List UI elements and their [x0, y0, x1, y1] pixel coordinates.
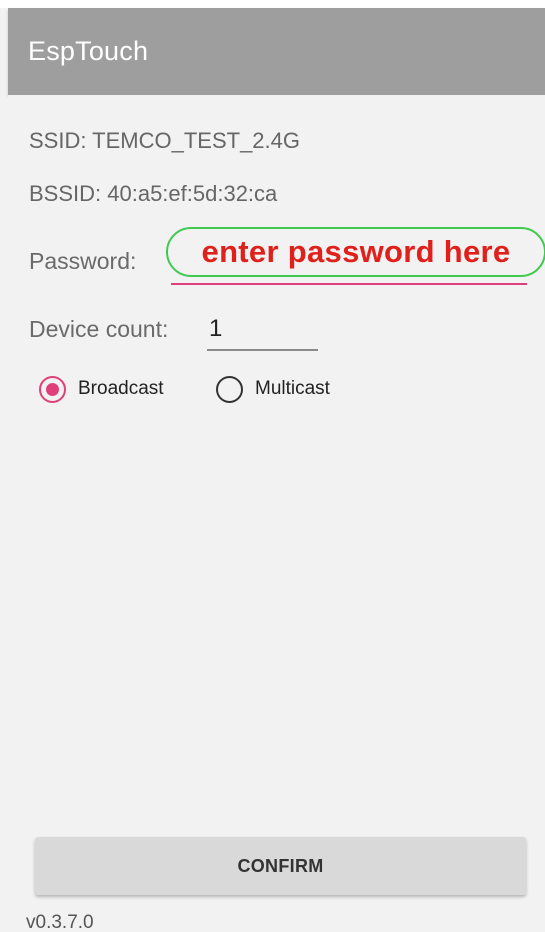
multicast-label: Multicast	[255, 378, 330, 399]
app-title: EspTouch	[28, 36, 149, 66]
password-label: Password:	[29, 248, 137, 274]
device-count-input[interactable]: 1	[207, 309, 318, 351]
password-annotation-text: enter password here	[201, 234, 511, 269]
main-content: SSID: TEMCO_TEST_2.4G BSSID: 40:a5:ef:5d…	[8, 95, 545, 932]
password-annotation: enter password here	[166, 227, 545, 277]
confirm-button[interactable]: CONFIRM	[35, 837, 526, 895]
app-bar: EspTouch	[8, 8, 545, 95]
radio-unchecked-icon	[216, 375, 243, 403]
ssid-text: SSID: TEMCO_TEST_2.4G	[29, 128, 301, 153]
device-count-value: 1	[209, 315, 223, 342]
bssid-text: BSSID: 40:a5:ef:5d:32:ca	[29, 181, 278, 206]
device-count-label: Device count:	[29, 316, 169, 342]
radio-checked-icon	[39, 375, 66, 403]
broadcast-radio[interactable]: Broadcast	[39, 374, 164, 404]
multicast-radio[interactable]: Multicast	[216, 374, 330, 404]
broadcast-label: Broadcast	[78, 378, 164, 399]
status-bar-edge	[0, 0, 545, 8]
version-text: v0.3.7.0	[26, 912, 94, 932]
